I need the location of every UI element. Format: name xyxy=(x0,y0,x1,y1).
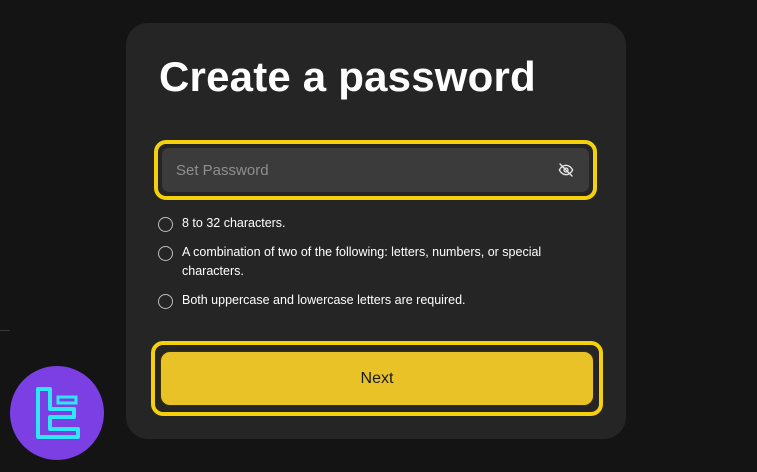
requirement-radio-icon xyxy=(158,217,173,232)
requirement-radio-icon xyxy=(158,246,173,261)
requirement-text: Both uppercase and lowercase letters are… xyxy=(182,293,466,307)
next-button-highlight: Next xyxy=(151,341,603,416)
page: Create a password 8 to 32 characters. A … xyxy=(0,0,757,472)
next-button[interactable]: Next xyxy=(160,351,594,406)
password-field-highlight xyxy=(154,140,597,200)
brand-logo xyxy=(10,366,104,460)
edge-divider xyxy=(0,330,10,331)
password-requirements: 8 to 32 characters. A combination of two… xyxy=(158,216,578,322)
password-field xyxy=(162,148,589,192)
requirement-item: A combination of two of the following: l… xyxy=(158,245,578,281)
requirement-item: 8 to 32 characters. xyxy=(158,216,578,233)
eye-slash-icon[interactable] xyxy=(557,161,575,179)
requirement-text: 8 to 32 characters. xyxy=(182,216,286,230)
create-password-card: Create a password 8 to 32 characters. A … xyxy=(126,23,626,439)
password-input[interactable] xyxy=(176,161,557,179)
requirement-text: A combination of two of the following: l… xyxy=(182,245,542,278)
page-title: Create a password xyxy=(159,53,536,100)
requirement-item: Both uppercase and lowercase letters are… xyxy=(158,293,578,310)
brand-logo-icon xyxy=(36,387,80,439)
requirement-radio-icon xyxy=(158,294,173,309)
